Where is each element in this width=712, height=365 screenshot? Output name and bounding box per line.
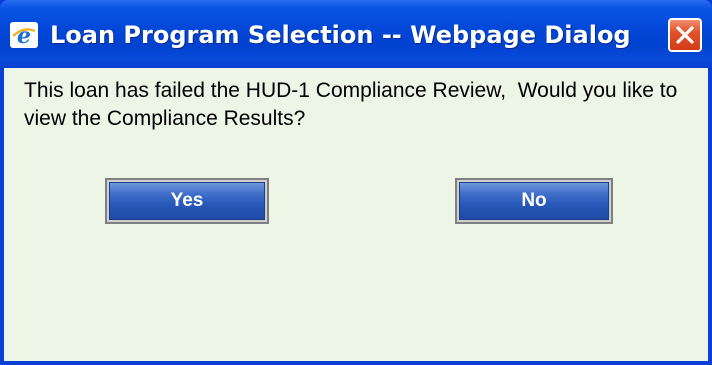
- close-icon: [676, 26, 694, 44]
- no-button[interactable]: No: [455, 178, 613, 224]
- yes-button[interactable]: Yes: [105, 178, 269, 224]
- webpage-dialog: e Loan Program Selection -- Webpage Dial…: [0, 0, 712, 365]
- dialog-message: This loan has failed the HUD-1 Complianc…: [24, 79, 684, 130]
- yes-button-label: Yes: [109, 182, 265, 220]
- internet-explorer-icon: e: [10, 22, 38, 49]
- no-button-label: No: [459, 182, 609, 220]
- window-title: Loan Program Selection -- Webpage Dialog: [50, 21, 631, 49]
- svg-text:e: e: [17, 23, 31, 48]
- close-button[interactable]: [668, 18, 702, 52]
- title-bar[interactable]: e Loan Program Selection -- Webpage Dial…: [0, 0, 712, 68]
